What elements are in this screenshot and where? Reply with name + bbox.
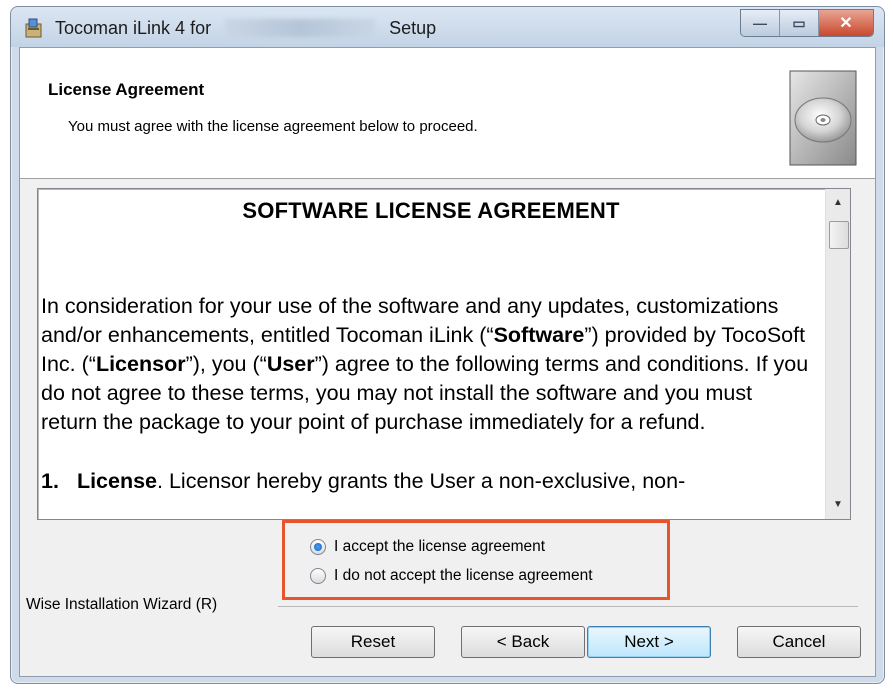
cancel-button[interactable]: Cancel xyxy=(737,626,861,658)
minimize-button[interactable]: — xyxy=(741,10,780,36)
close-button[interactable]: ✕ xyxy=(819,10,873,36)
dialog-content: License Agreement You must agree with th… xyxy=(19,47,876,677)
scroll-thumb[interactable] xyxy=(829,221,849,249)
dialog-header: License Agreement You must agree with th… xyxy=(20,48,875,179)
radio-options-highlight xyxy=(282,520,670,600)
close-icon: ✕ xyxy=(839,15,853,32)
license-scrollbar[interactable]: ▲ ▼ xyxy=(825,189,850,519)
license-clause-1: 1. License. Licensor hereby grants the Us… xyxy=(41,467,821,496)
back-button[interactable]: < Back xyxy=(461,626,585,658)
page-title: License Agreement xyxy=(48,80,205,99)
clause-text: . Licensor hereby grants the User a non-… xyxy=(157,469,686,493)
license-text-box[interactable]: SOFTWARE LICENSE AGREEMENT In considerat… xyxy=(37,188,851,520)
window-title-prefix: Tocoman iLink 4 for xyxy=(55,18,212,38)
license-term-user: User xyxy=(266,352,315,376)
next-button[interactable]: Next > xyxy=(587,626,711,658)
title-bar[interactable]: Tocoman iLink 4 for Setup — ▭ ✕ xyxy=(11,7,884,47)
scroll-up-arrow-icon[interactable]: ▲ xyxy=(826,191,850,213)
maximize-button[interactable]: ▭ xyxy=(780,10,819,36)
accept-radio[interactable] xyxy=(310,539,326,555)
wizard-brand-label: Wise Installation Wizard (R) xyxy=(26,596,222,614)
license-paragraph: In consideration for your use of the sof… xyxy=(41,292,821,437)
license-term-licensor: Licensor xyxy=(95,352,186,376)
setup-window: Tocoman iLink 4 for Setup — ▭ ✕ License A… xyxy=(10,6,885,684)
license-heading: SOFTWARE LICENSE AGREEMENT xyxy=(242,198,620,223)
license-term-software: Software xyxy=(493,323,585,347)
reset-button[interactable]: Reset xyxy=(311,626,435,658)
clause-title: License xyxy=(76,469,158,493)
minimize-icon: — xyxy=(753,15,767,31)
maximize-icon: ▭ xyxy=(792,14,806,31)
decline-label[interactable]: I do not accept the license agreement xyxy=(334,567,593,585)
window-title-suffix: Setup xyxy=(389,18,437,38)
license-text: SOFTWARE LICENSE AGREEMENT In considerat… xyxy=(41,189,821,519)
clause-number: 1. xyxy=(41,469,59,493)
license-para-part-3: ”), you (“ xyxy=(185,352,267,376)
window-controls: — ▭ ✕ xyxy=(740,9,874,37)
decline-radio[interactable] xyxy=(310,568,326,584)
accept-label[interactable]: I accept the license agreement xyxy=(334,538,545,556)
window-title: Tocoman iLink 4 for Setup xyxy=(55,18,436,39)
decline-option[interactable]: I do not accept the license agreement xyxy=(310,567,593,585)
accept-option[interactable]: I accept the license agreement xyxy=(310,538,545,556)
cd-disc-icon xyxy=(789,70,857,166)
page-subtitle: You must agree with the license agreemen… xyxy=(68,118,478,135)
redacted-product-name xyxy=(225,19,376,37)
footer-divider xyxy=(278,606,858,607)
scroll-down-arrow-icon[interactable]: ▼ xyxy=(826,493,850,515)
installer-app-icon xyxy=(25,18,42,38)
